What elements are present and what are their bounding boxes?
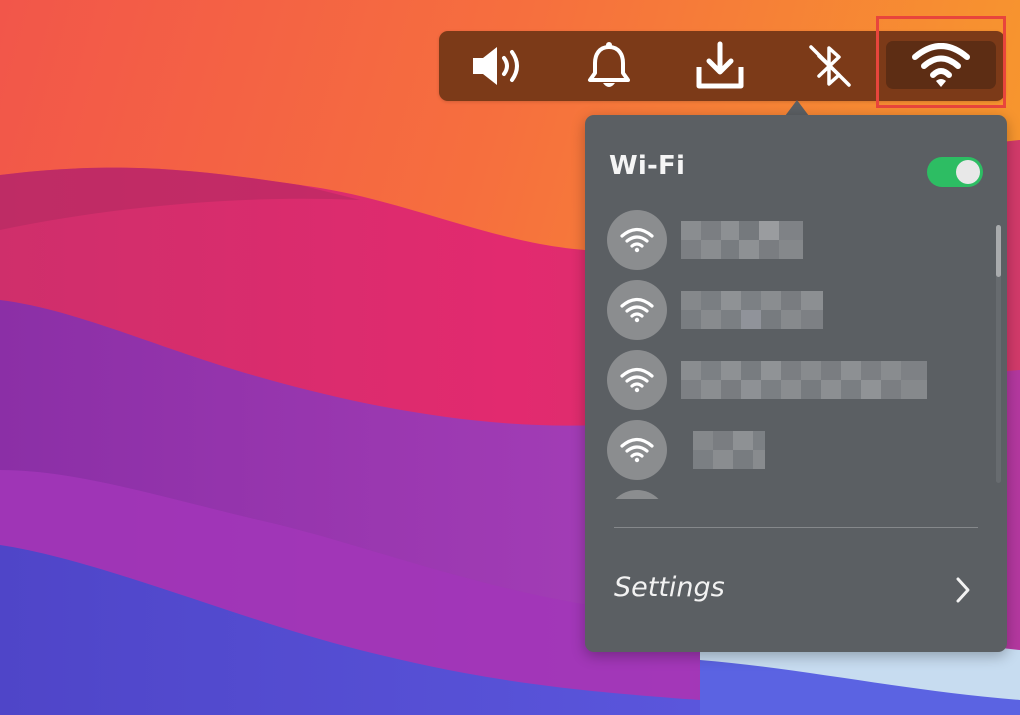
- wifi-icon: [912, 43, 970, 87]
- network-name-redacted: [681, 361, 931, 399]
- network-list: [607, 207, 997, 499]
- wifi-button[interactable]: [886, 41, 996, 89]
- network-name-redacted: [681, 431, 781, 469]
- bluetooth-button[interactable]: [782, 31, 878, 101]
- network-item[interactable]: [607, 277, 977, 341]
- download-icon: [696, 41, 744, 89]
- settings-label: Settings: [614, 572, 725, 603]
- popup-pointer: [785, 100, 809, 116]
- toggle-knob: [956, 160, 980, 184]
- network-wifi-icon: [607, 420, 667, 480]
- system-tray: [439, 31, 1005, 101]
- downloads-button[interactable]: [672, 31, 768, 101]
- network-wifi-icon: [607, 490, 667, 499]
- network-item[interactable]: [607, 417, 977, 481]
- network-item[interactable]: [607, 487, 977, 499]
- chevron-right-icon: [956, 577, 970, 603]
- volume-button[interactable]: [451, 31, 547, 101]
- network-name-redacted: [681, 291, 831, 329]
- network-item[interactable]: [607, 207, 977, 271]
- wifi-toggle[interactable]: [927, 157, 983, 187]
- wifi-panel: Wi-Fi Settings: [585, 115, 1007, 652]
- notifications-button[interactable]: [561, 31, 657, 101]
- network-wifi-icon: [607, 280, 667, 340]
- desktop: Wi-Fi Settings: [0, 0, 1020, 715]
- network-wifi-icon: [607, 210, 667, 270]
- network-wifi-icon: [607, 350, 667, 410]
- speaker-icon: [473, 47, 519, 85]
- wifi-panel-title: Wi-Fi: [609, 151, 686, 181]
- network-item[interactable]: [607, 347, 977, 411]
- divider: [614, 527, 978, 528]
- bell-icon: [588, 42, 630, 87]
- settings-button[interactable]: Settings: [585, 555, 1007, 625]
- bluetooth-off-icon: [809, 45, 851, 87]
- network-name-redacted: [681, 221, 811, 259]
- network-list-scrollbar[interactable]: [996, 225, 1001, 277]
